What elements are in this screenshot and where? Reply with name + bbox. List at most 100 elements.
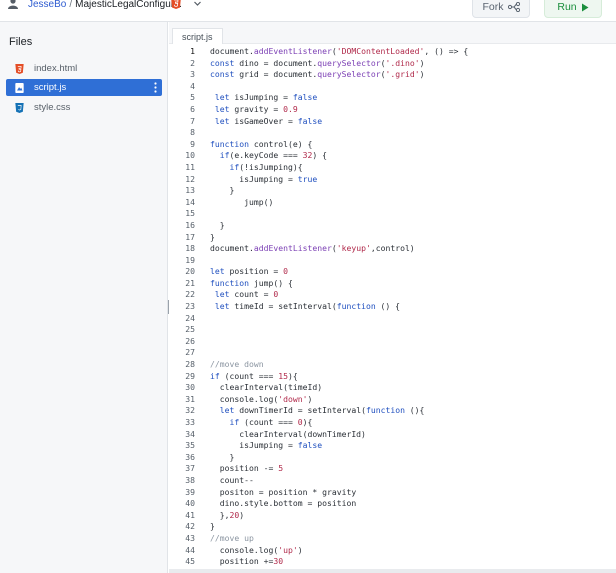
code-line[interactable]: 28 //move down [169, 359, 616, 371]
line-number: 25 [185, 324, 195, 335]
breadcrumb-repo[interactable]: MajesticLegalConfigur... [75, 0, 182, 10]
code-line[interactable]: 16 } [169, 220, 616, 232]
line-number: 43 [185, 532, 195, 543]
code-line[interactable]: 29 if (count === 15){ [169, 371, 616, 383]
code-text: } [210, 219, 225, 230]
file-item-style-css[interactable]: style.css [6, 99, 162, 116]
line-number: 13 [185, 185, 195, 196]
code-line[interactable]: 9 function control(e) { [169, 139, 616, 151]
files-title: Files [9, 36, 33, 48]
run-button-label: Run [557, 1, 577, 13]
line-number: 9 [190, 138, 195, 149]
breadcrumb-separator: / [69, 0, 73, 10]
code-line[interactable]: 38 count-- [169, 475, 616, 487]
line-number: 20 [185, 266, 195, 277]
code-line[interactable]: 40 dino.style.bottom = position [169, 498, 616, 510]
file-item-script-js[interactable]: script.js [6, 79, 162, 96]
code-area[interactable]: 1 document.addEventListener('DOMContentLo… [169, 46, 616, 573]
code-line[interactable]: 4 [169, 81, 616, 93]
code-line[interactable]: 35 isJumping = false [169, 440, 616, 452]
line-number: 10 [185, 150, 195, 161]
code-line[interactable]: 41 },20) [169, 510, 616, 522]
code-text: const grid = document.querySelector('.gr… [210, 69, 425, 80]
code-text: function control(e) { [210, 138, 313, 149]
code-text: clearInterval(downTimerId) [210, 428, 366, 439]
code-line[interactable]: 33 if (count === 0){ [169, 417, 616, 429]
breadcrumb-user[interactable]: JesseBo [28, 0, 66, 10]
code-line[interactable]: 31 console.log('down') [169, 394, 616, 406]
code-text: clearInterval(timeId) [210, 382, 323, 393]
code-line[interactable]: 21 function jump() { [169, 278, 616, 290]
code-line[interactable]: 39 positon = position * gravity [169, 487, 616, 499]
play-icon [581, 3, 589, 11]
code-line[interactable]: 22 let count = 0 [169, 289, 616, 301]
horizontal-scrollbar[interactable] [169, 569, 616, 573]
line-number: 38 [185, 474, 195, 485]
user-icon[interactable] [7, 0, 19, 9]
code-line[interactable]: 14 jump() [169, 197, 616, 209]
code-line[interactable]: 8 [169, 127, 616, 139]
code-line[interactable]: 27 [169, 347, 616, 359]
line-number: 23 [185, 301, 195, 312]
code-line[interactable]: 5 let isJumping = false [169, 92, 616, 104]
file-item-index-html[interactable]: index.html [6, 60, 162, 77]
code-line[interactable]: 26 [169, 336, 616, 348]
code-text: const dino = document.querySelector('.di… [210, 57, 425, 68]
code-line[interactable]: 13 } [169, 185, 616, 197]
code-text: count-- [210, 474, 254, 485]
line-number: 44 [185, 544, 195, 555]
code-text: isJumping = true [210, 173, 318, 184]
code-text: console.log('down') [210, 393, 313, 404]
code-line[interactable]: 25 [169, 324, 616, 336]
code-line[interactable]: 11 if(!isJumping){ [169, 162, 616, 174]
code-text: } [210, 185, 235, 196]
code-line[interactable]: 42} [169, 521, 616, 533]
code-line[interactable]: 37 position -= 5 [169, 463, 616, 475]
code-line[interactable]: 32 let downTimerId = setInterval(functio… [169, 405, 616, 417]
html5-icon [171, 0, 181, 9]
code-line[interactable]: 20 let position = 0 [169, 266, 616, 278]
code-line[interactable]: 12 isJumping = true [169, 174, 616, 186]
code-line[interactable]: 17} [169, 232, 616, 244]
code-line[interactable]: 34 clearInterval(downTimerId) [169, 429, 616, 441]
line-number: 41 [185, 509, 195, 520]
chevron-down-icon[interactable] [193, 0, 202, 8]
code-line[interactable]: 18 document.addEventListener('keyup',cont… [169, 243, 616, 255]
line-number: 40 [185, 498, 195, 509]
code-text: document.addEventListener('DOMContentLoa… [210, 46, 469, 56]
line-number: 34 [185, 428, 195, 439]
code-line[interactable]: 15 [169, 208, 616, 220]
code-line[interactable]: 2 const dino = document.querySelector('.d… [169, 58, 616, 70]
code-line[interactable]: 6 let gravity = 0.9 [169, 104, 616, 116]
line-number: 29 [185, 370, 195, 381]
fork-button[interactable]: Fork [472, 0, 530, 18]
code-editor: script.js 1 document.addEventListener('DO… [169, 22, 616, 573]
fork-button-label: Fork [482, 1, 504, 13]
code-text: let gravity = 0.9 [214, 103, 298, 114]
line-number: 22 [185, 289, 195, 300]
code-text: if(!isJumping){ [229, 161, 303, 172]
code-text: let timeId = setInterval(function () { [214, 301, 401, 312]
code-line[interactable]: 36 } [169, 452, 616, 464]
line-number: 26 [185, 335, 195, 346]
more-options-icon[interactable] [154, 82, 157, 93]
code-line[interactable]: 43 //move up [169, 533, 616, 545]
code-text: if (count === 0){ [229, 417, 313, 427]
code-line[interactable]: 3 const grid = document.querySelector('.g… [169, 69, 616, 81]
code-text: } [210, 521, 215, 532]
code-line[interactable]: 1 document.addEventListener('DOMContentLo… [169, 46, 616, 58]
code-line[interactable]: 10 if(e.keyCode === 32) { [169, 150, 616, 162]
code-text: let isJumping = false [214, 92, 318, 103]
run-button[interactable]: Run [544, 0, 602, 18]
code-line[interactable]: 30 clearInterval(timeId) [169, 382, 616, 394]
line-number: 21 [185, 277, 195, 288]
code-line[interactable]: 44 console.log('up') [169, 545, 616, 557]
code-line[interactable]: 45 position +=30 [169, 556, 616, 568]
code-line[interactable]: 23 let timeId = setInterval(function () … [169, 301, 616, 313]
code-line[interactable]: 7 let isGameOver = false [169, 116, 616, 128]
tab-script-js[interactable]: script.js [172, 28, 223, 44]
code-line[interactable]: 24 [169, 313, 616, 325]
line-number: 28 [185, 359, 195, 370]
code-line[interactable]: 19 [169, 255, 616, 267]
line-number: 4 [190, 80, 195, 91]
